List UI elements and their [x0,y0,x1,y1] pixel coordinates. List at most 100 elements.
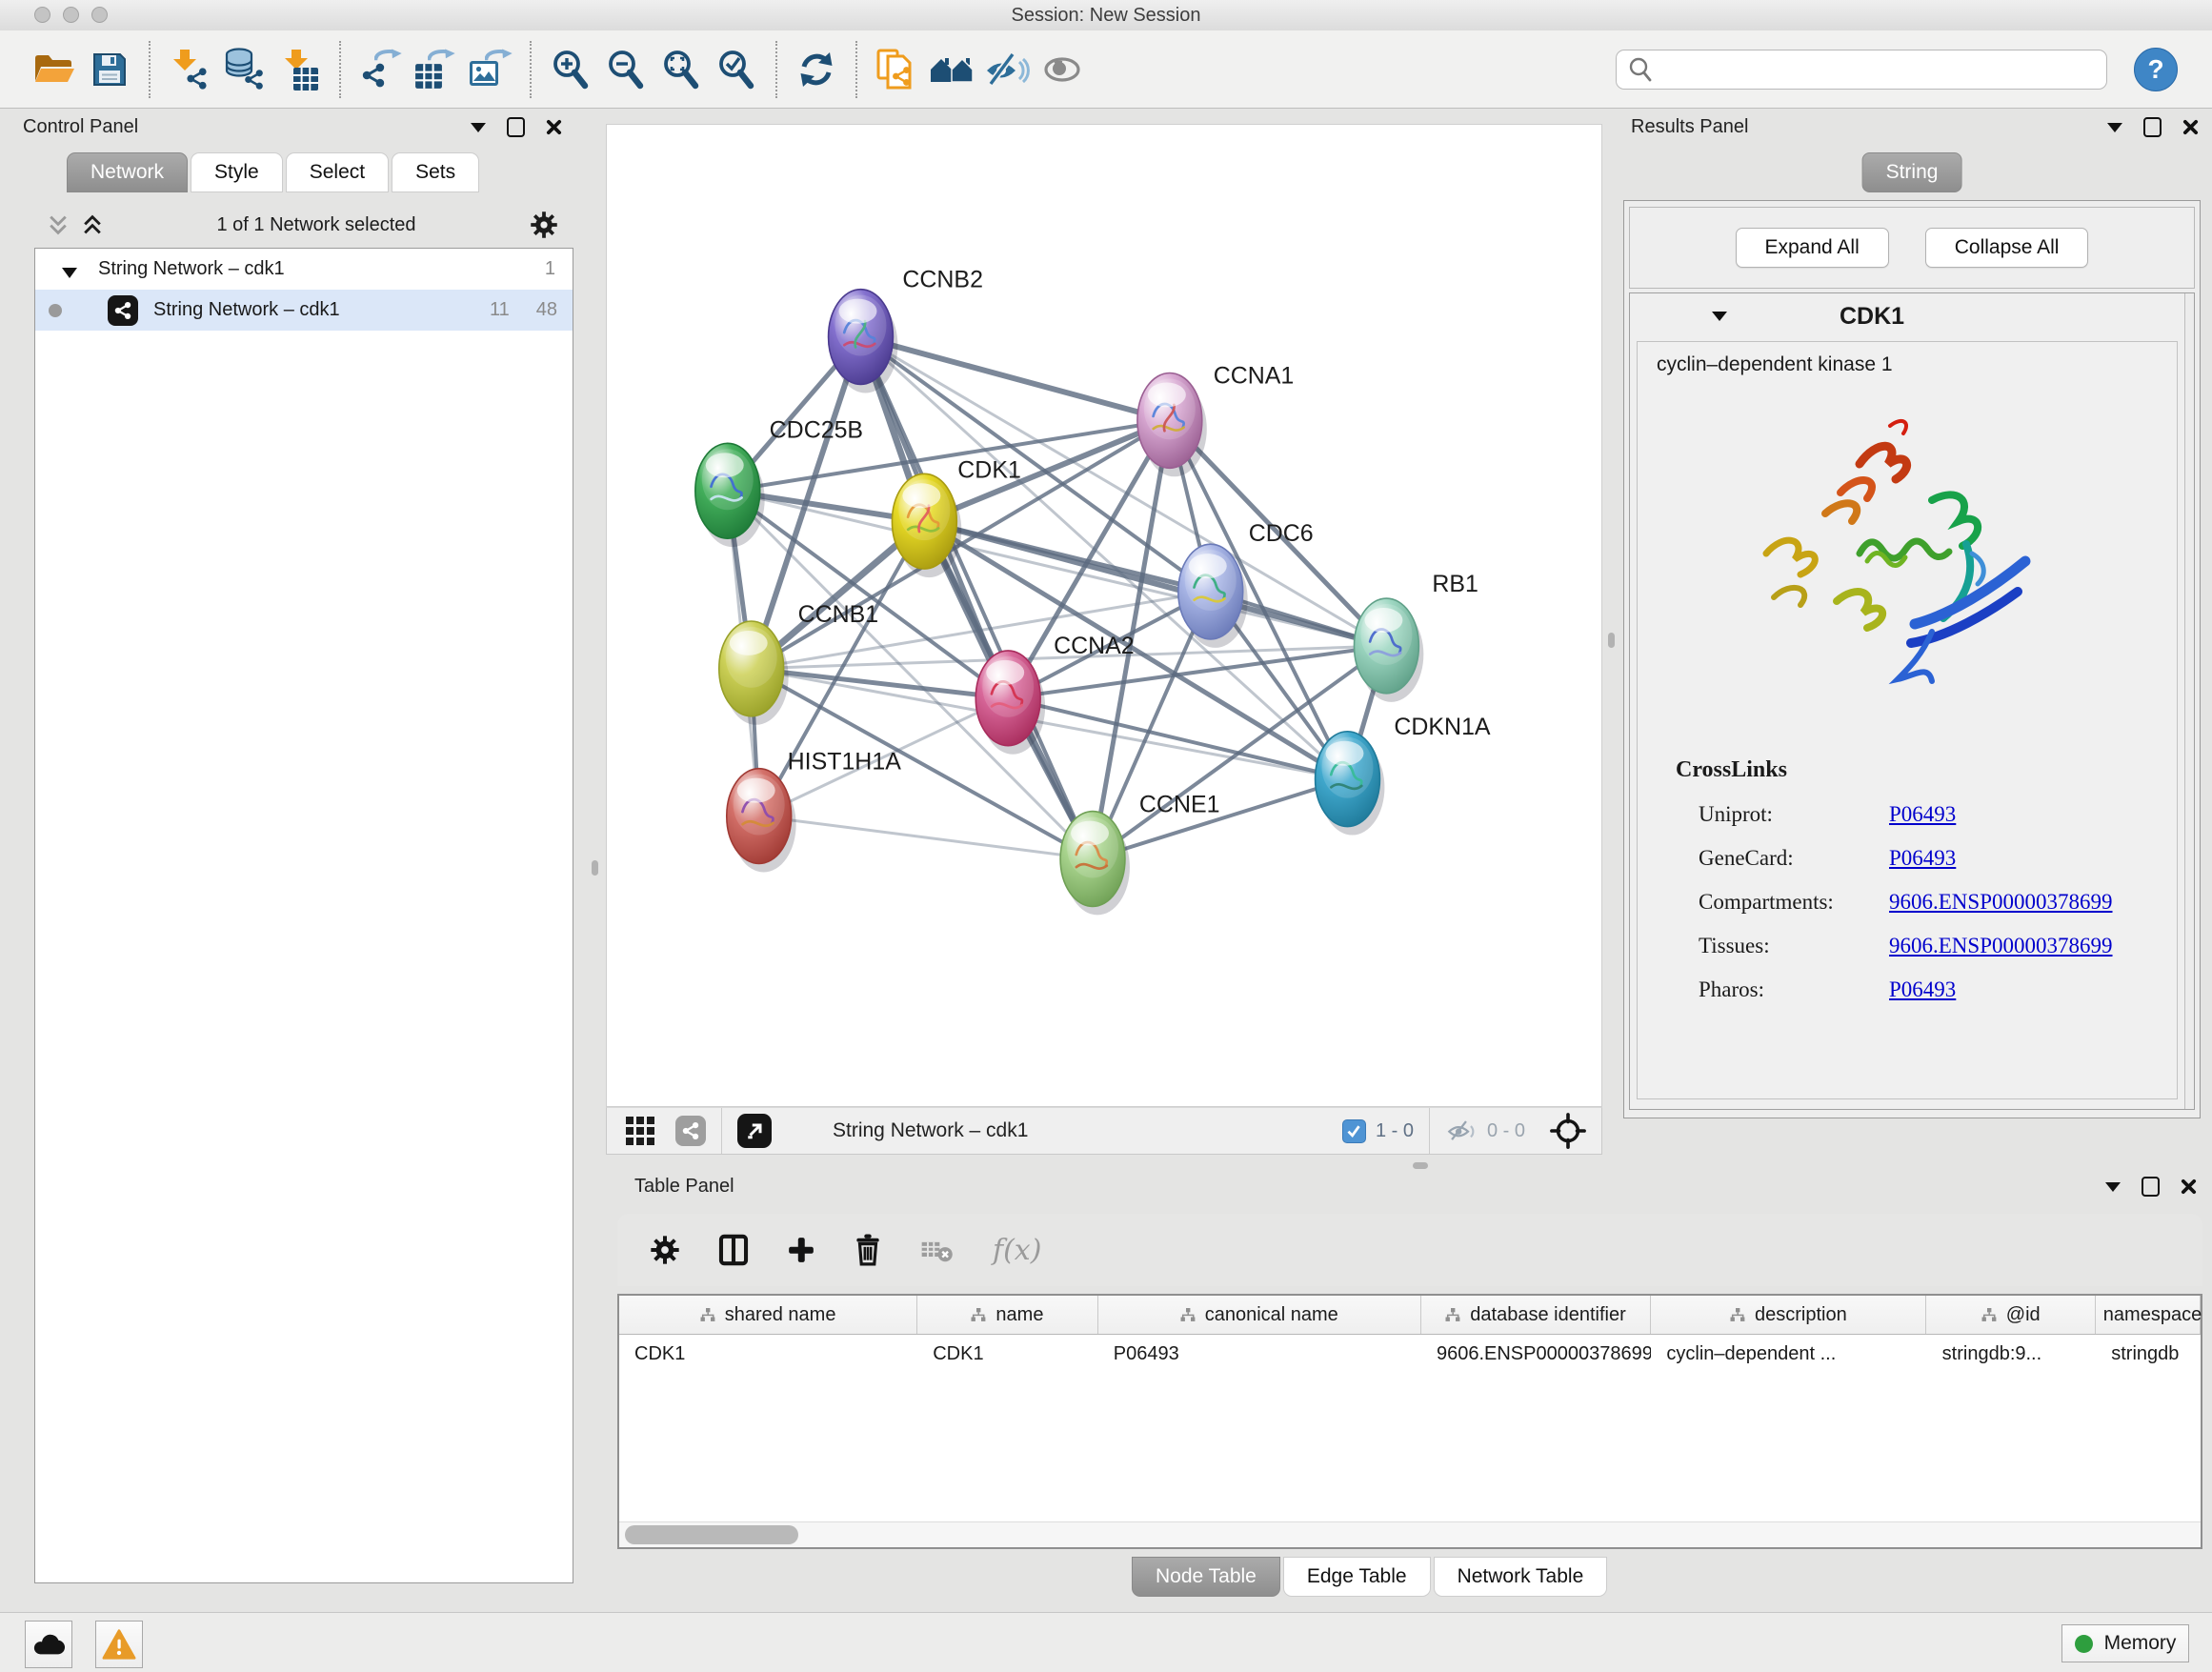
close-panel-icon[interactable] [546,119,562,135]
network-node-hist1h1a[interactable] [727,769,796,873]
zoom-selected-button[interactable] [709,38,764,101]
cell-canonical-name[interactable]: P06493 [1098,1343,1421,1365]
fit-selected-crosshair-icon[interactable] [1550,1113,1586,1149]
cell-namespace[interactable]: stringdb [2096,1343,2201,1365]
cell--id[interactable]: stringdb:9... [1927,1343,2097,1365]
table-horizontal-scrollbar[interactable] [619,1521,2201,1547]
zoom-out-button[interactable] [598,38,654,101]
minimize-window-button[interactable] [63,7,79,23]
open-session-button[interactable] [27,38,82,101]
help-button[interactable]: ? [2134,48,2178,91]
network-view-title: String Network – cdk1 [833,1119,1028,1142]
show-graphics-details-button[interactable] [1035,38,1090,101]
export-image-button[interactable] [463,38,518,101]
import-table-button[interactable] [272,38,328,101]
results-scrollbar-track[interactable] [2184,293,2194,1109]
expand-all-button[interactable]: Expand All [1736,228,1889,268]
column-header-canonical-name[interactable]: canonical name [1098,1296,1421,1334]
save-session-button[interactable] [82,38,137,101]
right-splitter-handle[interactable] [1608,633,1615,648]
tab-network[interactable]: Network [67,152,188,192]
network-node-ccnb1[interactable] [719,621,789,725]
close-panel-icon[interactable] [2181,1178,2197,1195]
panel-menu-caret-icon[interactable] [2107,123,2122,132]
gene-header-row[interactable]: CDK1 [1630,293,2194,339]
network-canvas[interactable]: CCNB2CCNA1CDC25BCDK1CDC6RB1CCNB1CCNA2CDK… [606,124,1602,1107]
column-header-namespace[interactable]: namespace [2096,1296,2201,1334]
column-header-database-identifier[interactable]: database identifier [1421,1296,1651,1334]
clone-network-button[interactable] [869,38,924,101]
tab-style[interactable]: Style [191,152,283,192]
import-network-from-database-button[interactable] [217,38,272,101]
show-columns-icon[interactable] [718,1234,749,1266]
tab-node-table[interactable]: Node Table [1132,1557,1280,1597]
network-node-ccne1[interactable] [1060,812,1130,916]
uniprot-link[interactable]: P06493 [1889,802,1956,827]
left-splitter-handle[interactable] [592,860,598,876]
zoom-window-button[interactable] [91,7,108,23]
tab-sets[interactable]: Sets [392,152,479,192]
gene-collapse-caret-icon[interactable] [1712,312,1727,321]
column-header--id[interactable]: @id [1926,1296,2096,1334]
float-panel-icon[interactable] [507,117,525,137]
tab-string[interactable]: String [1862,152,1962,192]
column-header-shared-name[interactable]: shared name [619,1296,917,1334]
column-header-name[interactable]: name [917,1296,1098,1334]
tab-edge-table[interactable]: Edge Table [1283,1557,1431,1597]
cell-shared-name[interactable]: CDK1 [619,1343,917,1365]
float-panel-icon[interactable] [2143,117,2162,137]
home-button[interactable] [924,38,979,101]
network-node-ccna2[interactable] [975,651,1045,755]
delete-column-trash-icon[interactable] [854,1234,882,1266]
export-image-icon [468,48,513,91]
network-node-ccnb2[interactable] [829,290,898,393]
apply-layout-button[interactable] [789,38,844,101]
detach-view-icon[interactable] [737,1114,772,1148]
cell-name[interactable]: CDK1 [917,1343,1098,1365]
cloud-services-button[interactable] [25,1621,72,1668]
bottom-splitter-handle[interactable] [1413,1162,1428,1169]
tab-select[interactable]: Select [286,152,389,192]
search-input[interactable] [1616,50,2107,90]
collapse-all-button[interactable]: Collapse All [1925,228,2089,268]
network-options-gear-icon[interactable] [530,211,558,239]
memory-button[interactable]: Memory [2061,1624,2189,1662]
scrollbar-thumb[interactable] [625,1525,798,1544]
panel-menu-caret-icon[interactable] [2105,1182,2121,1192]
float-panel-icon[interactable] [2142,1177,2160,1197]
zoom-fit-content-button[interactable] [654,38,709,101]
compartments-link[interactable]: 9606.ENSP00000378699 [1889,890,2113,915]
panel-menu-caret-icon[interactable] [471,123,486,132]
genecard-link[interactable]: P06493 [1889,846,1956,871]
export-table-button[interactable] [408,38,463,101]
birds-eye-grid-icon[interactable] [624,1115,656,1147]
import-network-button[interactable] [162,38,217,101]
string-network-graph[interactable]: CCNB2CCNA1CDC25BCDK1CDC6RB1CCNB1CCNA2CDK… [607,125,1601,1106]
network-collection-row[interactable]: String Network – cdk1 1 [35,249,573,290]
pharos-link[interactable]: P06493 [1889,977,1956,1002]
export-network-button[interactable] [352,38,408,101]
table-row[interactable]: CDK1CDK1P064939606.ENSP00000378699cyclin… [619,1335,2201,1373]
warnings-button[interactable] [95,1621,143,1668]
column-header-description[interactable]: description [1651,1296,1926,1334]
close-window-button[interactable] [34,7,50,23]
network-node-cdkn1a[interactable] [1316,732,1385,836]
selected-nodes-checkbox[interactable] [1342,1119,1366,1143]
tissues-link[interactable]: 9606.ENSP00000378699 [1889,934,2113,958]
collection-caret-icon[interactable] [62,268,77,278]
node-table[interactable]: shared namenamecanonical namedatabase id… [617,1294,2202,1549]
expand-all-chevrons-icon[interactable] [82,214,103,235]
cell-description[interactable]: cyclin–dependent ... [1651,1343,1926,1365]
collapse-all-chevrons-icon[interactable] [48,214,69,235]
hide-unhide-button[interactable] [979,38,1035,101]
tab-network-table[interactable]: Network Table [1434,1557,1608,1597]
table-options-gear-icon[interactable] [650,1235,680,1265]
close-panel-icon[interactable] [2182,119,2199,135]
expand-collapse-box: Expand All Collapse All [1629,207,2195,289]
cell-database-identifier[interactable]: 9606.ENSP00000378699 [1421,1343,1651,1365]
zoom-in-button[interactable] [543,38,598,101]
network-row-selected[interactable]: String Network – cdk1 11 48 [35,290,573,331]
network-node-rb1[interactable] [1354,598,1423,702]
network-type-badge-icon[interactable] [675,1116,706,1146]
create-column-plus-icon[interactable] [787,1236,815,1264]
